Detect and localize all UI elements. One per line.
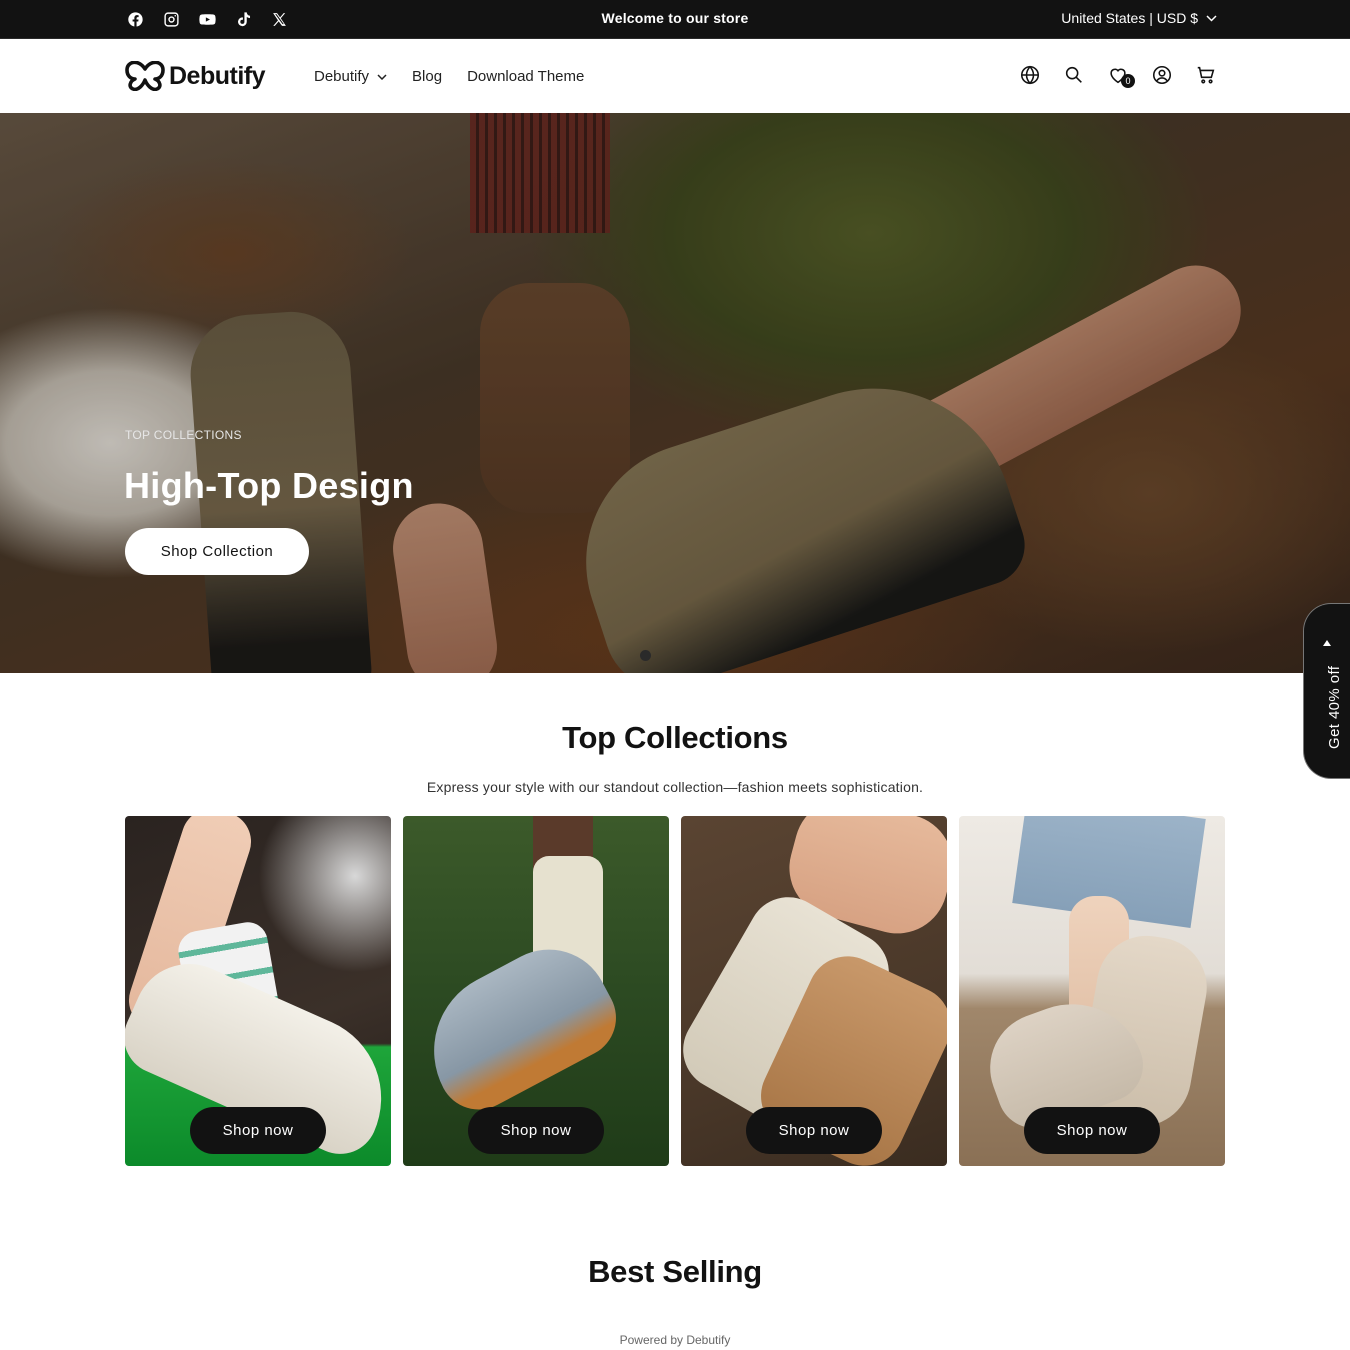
shop-now-button[interactable]: Shop now: [1024, 1107, 1160, 1154]
powered-by-badge[interactable]: Powered by Debutify: [0, 1333, 1350, 1347]
collection-card[interactable]: Shop now: [125, 816, 391, 1166]
shop-collection-button[interactable]: Shop Collection: [125, 528, 309, 575]
cart-icon[interactable]: [1195, 63, 1217, 87]
header-icons: 0: [1019, 63, 1217, 88]
collection-card[interactable]: Shop now: [403, 816, 669, 1166]
collection-card[interactable]: Shop now: [959, 816, 1225, 1166]
announcement-bar: Welcome to our store United States | USD…: [0, 0, 1350, 38]
locale-label: United States | USD $: [1061, 10, 1198, 26]
nav-item-debutify[interactable]: Debutify: [314, 68, 387, 85]
wishlist-count-badge: 0: [1121, 74, 1135, 88]
chevron-down-icon: [1206, 14, 1217, 22]
caret-up-icon: [1323, 640, 1331, 646]
shop-now-button[interactable]: Shop now: [190, 1107, 326, 1154]
nav-item-download-theme[interactable]: Download Theme: [467, 68, 584, 85]
best-selling-title: Best Selling: [588, 1254, 762, 1289]
top-collections-description: Express your style with our standout col…: [426, 779, 924, 795]
collection-card[interactable]: Shop now: [681, 816, 947, 1166]
logo-text: Debutify: [169, 61, 266, 90]
main-nav: Debutify Blog Download Theme: [314, 68, 584, 85]
globe-icon[interactable]: [1019, 63, 1041, 87]
butterfly-logo-icon: [125, 61, 165, 91]
top-collections-title: Top Collections: [562, 720, 788, 755]
store-logo[interactable]: Debutify: [125, 61, 266, 91]
hero-subheading: TOP COLLECTIONS: [125, 428, 242, 442]
search-icon[interactable]: [1063, 63, 1085, 87]
hero-title: High-Top Design: [124, 465, 414, 506]
nav-label: Debutify: [314, 68, 370, 85]
hero-slideshow: TOP COLLECTIONS High-Top Design Shop Col…: [0, 113, 1350, 673]
nav-label: Download Theme: [467, 68, 585, 85]
shop-now-button[interactable]: Shop now: [746, 1107, 882, 1154]
hero-overlay: [0, 113, 1350, 673]
chevron-down-icon: [377, 73, 387, 80]
account-icon[interactable]: [1151, 63, 1173, 87]
shop-now-button[interactable]: Shop now: [468, 1107, 604, 1154]
nav-item-blog[interactable]: Blog: [412, 68, 442, 85]
site-header: Debutify Debutify Blog Download Theme 0: [0, 38, 1350, 113]
slide-indicator-dot[interactable]: [640, 650, 651, 661]
nav-label: Blog: [412, 68, 443, 85]
wishlist-icon[interactable]: 0: [1107, 63, 1135, 88]
country-currency-selector[interactable]: United States | USD $: [1061, 10, 1217, 26]
collection-grid: Shop now Shop now Shop now Shop now: [125, 816, 1225, 1166]
